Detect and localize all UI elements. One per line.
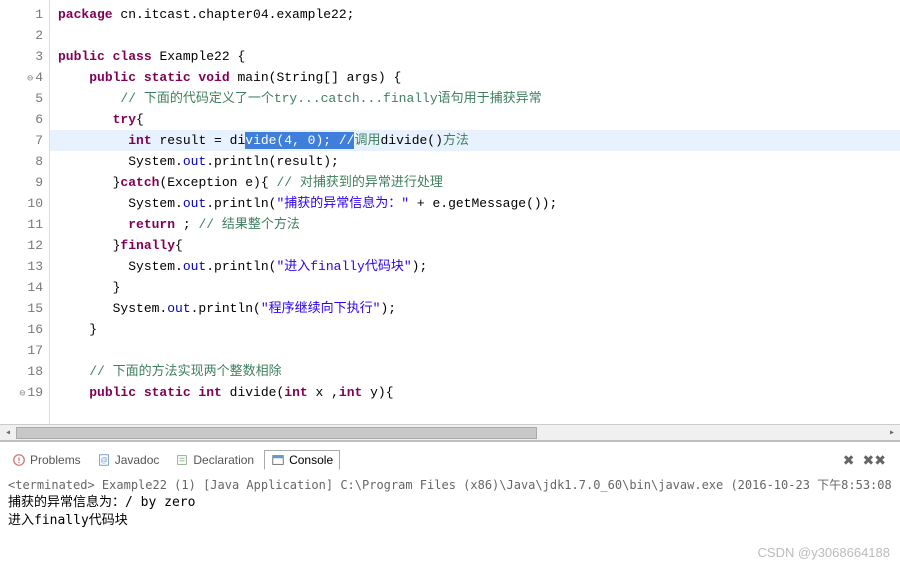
code-line[interactable]: System.out.println("进入finally代码块");	[50, 256, 900, 277]
console-icon	[271, 453, 285, 467]
code-line[interactable]: }finally{	[50, 235, 900, 256]
console-toolbar: ✖ ✖✖	[843, 452, 894, 469]
scroll-left-arrow[interactable]: ◂	[0, 426, 16, 440]
line-number: ⊖19	[4, 382, 43, 403]
line-number: 9	[4, 172, 43, 193]
watermark: CSDN @y3068664188	[758, 545, 890, 560]
line-number: 12	[4, 235, 43, 256]
line-number: 2	[4, 25, 43, 46]
code-line[interactable]: }	[50, 319, 900, 340]
code-line[interactable]: int result = divide(4, 0); //调用divide()方…	[50, 130, 900, 151]
line-number: 5	[4, 88, 43, 109]
line-number: 11	[4, 214, 43, 235]
tab-label: Console	[289, 453, 333, 467]
line-number-gutter: 123⊖456789101112131415161718⊖19	[0, 0, 50, 440]
code-line[interactable]: System.out.println("捕获的异常信息为：" + e.getMe…	[50, 193, 900, 214]
tab-console[interactable]: Console	[264, 450, 340, 470]
javadoc-icon: @	[97, 453, 111, 467]
scroll-track[interactable]	[16, 426, 884, 440]
code-lines[interactable]: package cn.itcast.chapter04.example22; pu…	[50, 0, 900, 440]
scroll-right-arrow[interactable]: ▸	[884, 426, 900, 440]
line-number: 6	[4, 109, 43, 130]
scroll-thumb[interactable]	[16, 427, 537, 439]
line-number: ⊖4	[4, 67, 43, 88]
console-line: 进入finally代码块	[8, 512, 892, 530]
code-line[interactable]: }	[50, 277, 900, 298]
code-line[interactable]: public class Example22 {	[50, 46, 900, 67]
tab-declaration[interactable]: Declaration	[169, 451, 260, 469]
code-line[interactable]	[50, 340, 900, 361]
declaration-icon	[175, 453, 189, 467]
line-number: 8	[4, 151, 43, 172]
svg-text:@: @	[100, 458, 107, 465]
line-number: 14	[4, 277, 43, 298]
line-number: 3	[4, 46, 43, 67]
code-line[interactable]	[50, 25, 900, 46]
code-line[interactable]: try{	[50, 109, 900, 130]
line-number: 1	[4, 4, 43, 25]
tab-label: Problems	[30, 453, 81, 467]
editor-pane: 123⊖456789101112131415161718⊖19 package …	[0, 0, 900, 440]
code-line[interactable]: public static void main(String[] args) {	[50, 67, 900, 88]
tabs-row: Problems @ Javadoc Declaration Console ✖…	[0, 448, 900, 472]
horizontal-scrollbar[interactable]: ◂ ▸	[0, 424, 900, 440]
code-area[interactable]: 123⊖456789101112131415161718⊖19 package …	[0, 0, 900, 440]
line-number: 10	[4, 193, 43, 214]
code-line[interactable]: // 下面的方法实现两个整数相除	[50, 361, 900, 382]
tab-label: Javadoc	[115, 453, 160, 467]
console-line: 捕获的异常信息为：/ by zero	[8, 494, 892, 512]
code-line[interactable]: return ; // 结果整个方法	[50, 214, 900, 235]
line-number: 17	[4, 340, 43, 361]
code-line[interactable]: // 下面的代码定义了一个try...catch...finally语句用于捕获…	[50, 88, 900, 109]
code-line[interactable]: System.out.println(result);	[50, 151, 900, 172]
line-number: 16	[4, 319, 43, 340]
line-number: 15	[4, 298, 43, 319]
tab-problems[interactable]: Problems	[6, 451, 87, 469]
code-line[interactable]: package cn.itcast.chapter04.example22;	[50, 4, 900, 25]
line-number: 18	[4, 361, 43, 382]
remove-launch-icon[interactable]: ✖	[843, 452, 855, 469]
remove-all-icon[interactable]: ✖✖	[863, 452, 886, 469]
tab-javadoc[interactable]: @ Javadoc	[91, 451, 166, 469]
line-number: 13	[4, 256, 43, 277]
console-header: <terminated> Example22 (1) [Java Applica…	[8, 476, 892, 494]
code-line[interactable]: System.out.println("程序继续向下执行");	[50, 298, 900, 319]
code-line[interactable]: public static int divide(int x ,int y){	[50, 382, 900, 403]
tab-label: Declaration	[193, 453, 254, 467]
code-line[interactable]: }catch(Exception e){ // 对捕获到的异常进行处理	[50, 172, 900, 193]
line-number: 7	[4, 130, 43, 151]
problems-icon	[12, 453, 26, 467]
